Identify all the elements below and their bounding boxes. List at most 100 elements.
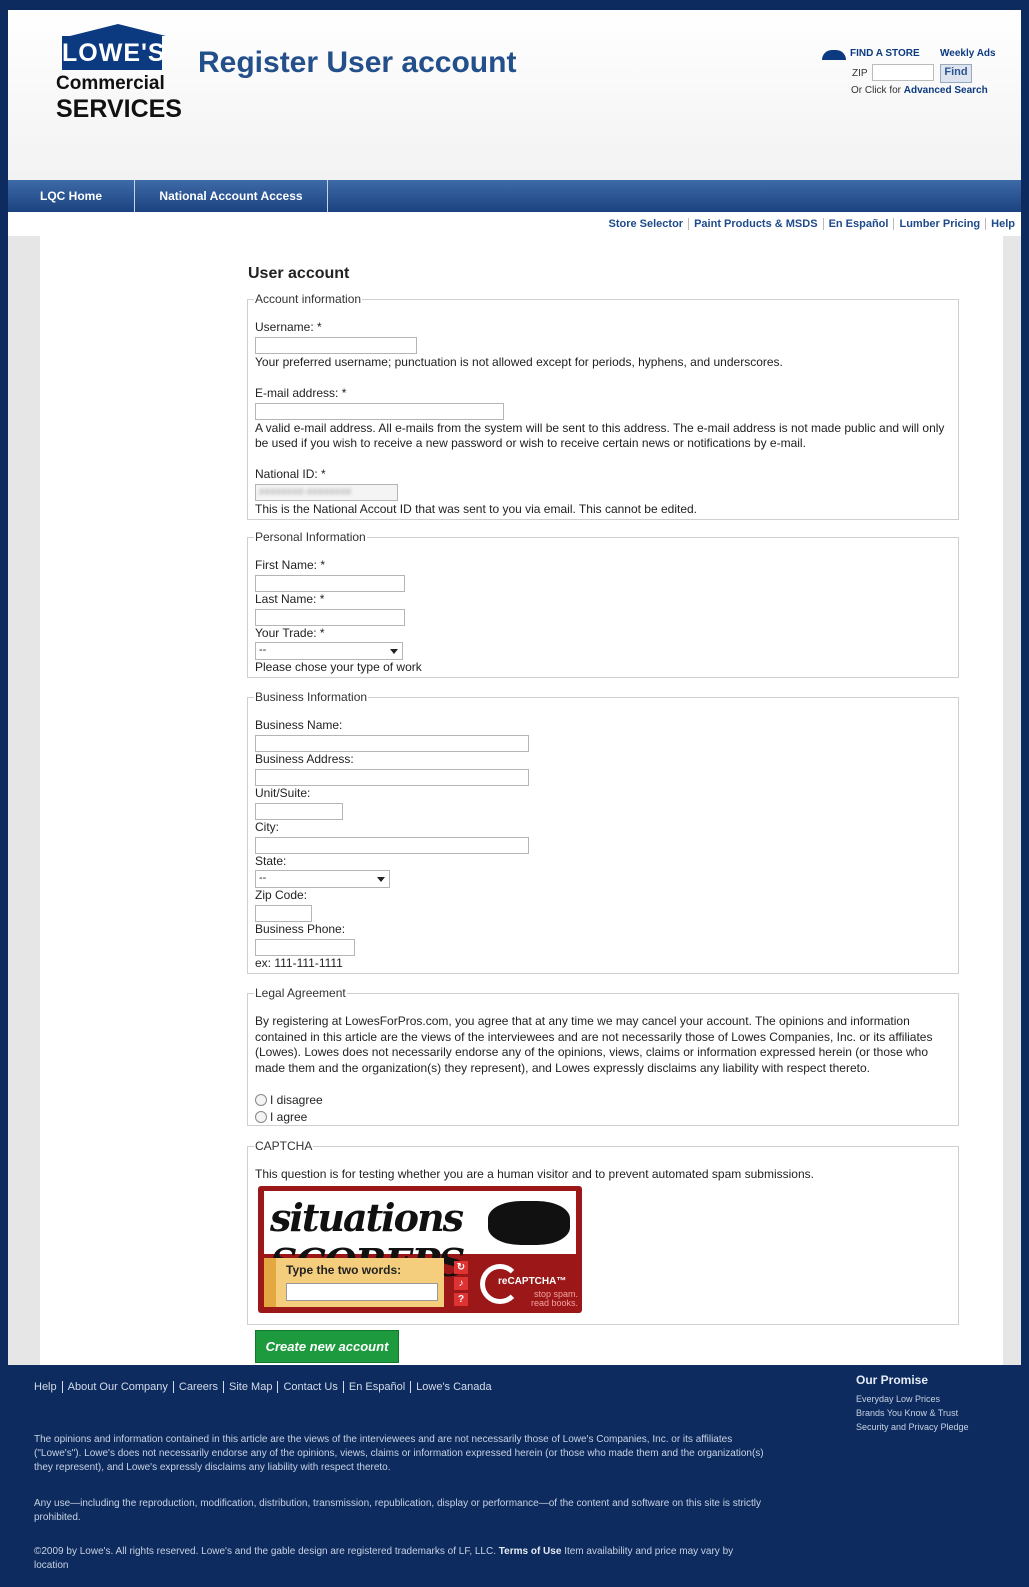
- trade-description: Please chose your type of work: [255, 660, 422, 674]
- main-area: User account Account information Usernam…: [8, 236, 1021, 1365]
- trade-select[interactable]: --: [255, 642, 403, 660]
- audio-icon[interactable]: ♪: [454, 1277, 468, 1290]
- zip-input[interactable]: [872, 64, 934, 81]
- store-icon: [822, 50, 846, 60]
- store-selector-link[interactable]: Store Selector: [603, 218, 690, 230]
- footer-canada-link[interactable]: Lowe's Canada: [411, 1381, 497, 1393]
- zip-code-input[interactable]: [255, 905, 312, 922]
- unit-suite-label: Unit/Suite:: [255, 786, 311, 800]
- recaptcha-widget: situations SCOREPS Type the two words: ↻…: [258, 1186, 582, 1313]
- logo-services: SERVICES: [56, 95, 182, 123]
- recaptcha-tagline: stop spam. read books.: [530, 1289, 578, 1308]
- form-content: User account Account information Usernam…: [40, 236, 1003, 1365]
- footer-help-link[interactable]: Help: [34, 1381, 63, 1393]
- zip-label: ZIP: [852, 68, 868, 79]
- copyright-text: ©2009 by Lowe's. All rights reserved. Lo…: [34, 1546, 496, 1557]
- business-address-input[interactable]: [255, 769, 529, 786]
- legal-agreement-fieldset: Legal Agreement By registering at LowesF…: [247, 986, 959, 1126]
- page-frame: LOWE'S Commercial SERVICES Register User…: [8, 10, 1021, 1587]
- trade-label: Your Trade: *: [255, 626, 325, 640]
- legal-text: By registering at LowesForPros.com, you …: [255, 1014, 933, 1075]
- footer-use-notice: Any use—including the reproduction, modi…: [34, 1498, 762, 1523]
- en-espanol-link[interactable]: En Español: [823, 218, 895, 230]
- captcha-input[interactable]: [286, 1283, 438, 1301]
- tab-lqc-home[interactable]: LQC Home: [8, 180, 135, 212]
- footer-contact-link[interactable]: Contact Us: [278, 1381, 344, 1393]
- first-name-input[interactable]: [255, 575, 405, 592]
- main-nav: LQC Home National Account Access: [8, 180, 1021, 212]
- username-input[interactable]: [255, 337, 417, 354]
- chevron-down-icon: [377, 877, 385, 882]
- terms-of-use-link[interactable]: Terms of Use: [499, 1546, 562, 1557]
- unit-suite-input[interactable]: [255, 803, 343, 820]
- city-label: City:: [255, 820, 279, 834]
- account-information-fieldset: Account information Username: * Your pre…: [247, 292, 959, 520]
- refresh-icon[interactable]: ↻: [454, 1261, 468, 1274]
- advanced-search-link[interactable]: Advanced Search: [904, 85, 988, 96]
- logo-roof-icon: [70, 24, 166, 36]
- utility-bar: Store Selector Paint Products & MSDS En Es…: [8, 212, 1021, 236]
- business-phone-input[interactable]: [255, 939, 355, 956]
- lumber-pricing-link[interactable]: Lumber Pricing: [894, 218, 987, 230]
- store-tools: FIND A STORE Weekly Ads ZIP Find Or Clic…: [788, 48, 1003, 118]
- business-address-label: Business Address:: [255, 752, 354, 766]
- disagree-label[interactable]: I disagree: [270, 1093, 323, 1107]
- footer-sitemap-link[interactable]: Site Map: [224, 1381, 279, 1393]
- business-information-legend: Business Information: [255, 690, 368, 704]
- last-name-input[interactable]: [255, 609, 405, 626]
- lowes-logo[interactable]: LOWE'S Commercial SERVICES: [52, 24, 182, 132]
- arrow-icon: [264, 1258, 276, 1307]
- footer-about-link[interactable]: About Our Company: [62, 1381, 174, 1393]
- national-id-value: ########-########: [259, 487, 352, 498]
- find-button[interactable]: Find: [940, 64, 972, 83]
- captcha-fieldset: CAPTCHA This question is for testing whe…: [247, 1139, 959, 1325]
- help-link[interactable]: Help: [986, 218, 1015, 230]
- legal-agreement-legend: Legal Agreement: [255, 986, 346, 1000]
- national-id-label: National ID: *: [255, 467, 326, 481]
- state-select[interactable]: --: [255, 870, 390, 888]
- footer-disclaimer: The opinions and information contained i…: [34, 1434, 764, 1473]
- business-name-label: Business Name:: [255, 718, 343, 732]
- business-name-input[interactable]: [255, 735, 529, 752]
- help-icon[interactable]: ?: [454, 1293, 468, 1306]
- promise-item[interactable]: Security and Privacy Pledge: [856, 1420, 969, 1434]
- captcha-prompt: Type the two words:: [286, 1263, 402, 1277]
- username-label: Username: *: [255, 320, 322, 334]
- tab-national-account-access[interactable]: National Account Access: [135, 180, 328, 212]
- our-promise: Our Promise Everyday Low Prices Brands Y…: [856, 1373, 969, 1434]
- paint-products-link[interactable]: Paint Products & MSDS: [689, 218, 824, 230]
- captcha-legend: CAPTCHA: [255, 1139, 313, 1153]
- promise-item[interactable]: Everyday Low Prices: [856, 1392, 969, 1406]
- create-account-button[interactable]: Create new account: [255, 1330, 399, 1363]
- business-information-fieldset: Business Information Business Name: Busi…: [247, 690, 959, 974]
- personal-information-legend: Personal Information: [255, 530, 366, 544]
- agree-label[interactable]: I agree: [270, 1110, 307, 1124]
- agree-radio[interactable]: [255, 1111, 267, 1123]
- email-label: E-mail address: *: [255, 386, 347, 400]
- username-description: Your preferred username; punctuation is …: [255, 355, 783, 369]
- national-id-field: ########-########: [255, 484, 398, 501]
- chevron-down-icon: [390, 649, 398, 654]
- email-input[interactable]: [255, 403, 504, 420]
- city-input[interactable]: [255, 837, 529, 854]
- page-title: Register User account: [198, 46, 517, 79]
- disagree-radio[interactable]: [255, 1094, 267, 1106]
- state-label: State:: [255, 854, 287, 868]
- advanced-search: Or Click for Advanced Search: [851, 85, 988, 96]
- captcha-image: situations SCOREPS: [264, 1191, 576, 1285]
- footer-espanol-link[interactable]: En Español: [343, 1381, 412, 1393]
- first-name-label: First Name: *: [255, 558, 326, 572]
- zip-code-label: Zip Code:: [255, 888, 308, 902]
- national-id-description: This is the National Accout ID that was …: [255, 502, 698, 516]
- utility-links: Store Selector Paint Products & MSDS En Es…: [603, 218, 1015, 230]
- promise-title: Our Promise: [856, 1373, 929, 1387]
- logo-commercial: Commercial: [56, 73, 165, 94]
- promise-item[interactable]: Brands You Know & Trust: [856, 1406, 969, 1420]
- recaptcha-brand: reCAPTCHA™: [498, 1276, 567, 1287]
- email-description: A valid e-mail address. All e-mails from…: [255, 421, 945, 450]
- footer-careers-link[interactable]: Careers: [173, 1381, 225, 1393]
- logo-gable: LOWE'S: [58, 24, 166, 74]
- weekly-ads-link[interactable]: Weekly Ads: [940, 48, 996, 59]
- find-a-store-link[interactable]: FIND A STORE: [850, 48, 920, 59]
- phone-hint: ex: 111-111-1111: [255, 956, 343, 970]
